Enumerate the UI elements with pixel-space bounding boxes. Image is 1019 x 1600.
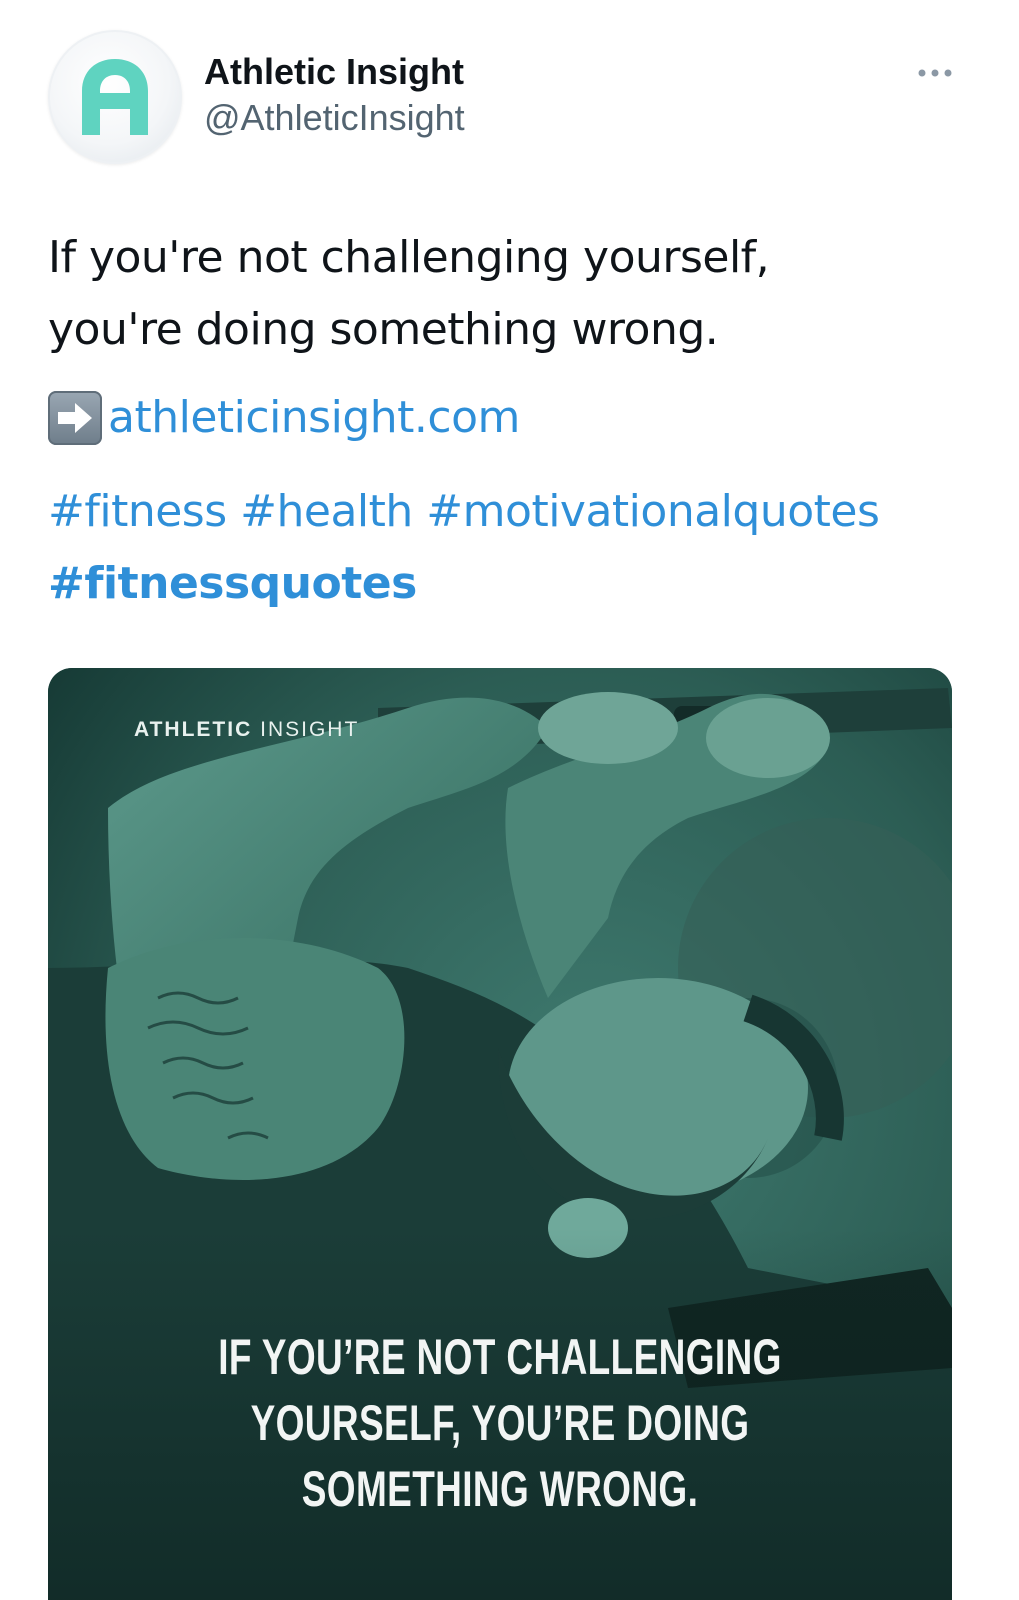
tweet-text-line: you're doing something wrong.: [48, 304, 719, 355]
tweet-text-line: If you're not challenging yourself,: [48, 232, 770, 283]
hashtags: #fitness #health #motivationalquotes #fi…: [48, 476, 988, 620]
brand-prefix: ATHLETIC: [134, 718, 253, 741]
display-name[interactable]: Athletic Insight: [204, 49, 465, 95]
hashtag-fitnessquotes[interactable]: #fitnessquotes: [48, 558, 417, 609]
website-link[interactable]: athleticinsight.com: [108, 382, 520, 454]
media-quote-line: SOMETHING WRONG.: [301, 1461, 699, 1517]
avatar[interactable]: [48, 30, 182, 164]
athletic-insight-logo-icon: [82, 59, 148, 135]
author-names: Athletic Insight @AthleticInsight: [204, 49, 465, 141]
media-brand-label: ATHLETIC INSIGHT: [134, 718, 359, 742]
more-dots-icon: [918, 69, 952, 77]
tweet-text: If you're not challenging yourself, you'…: [48, 222, 968, 366]
media-quote-line: YOURSELF, YOU’RE DOING: [250, 1395, 750, 1451]
tweet-media-image[interactable]: ATHLETIC INSIGHT IF YOU’RE NOT CHALLENGI…: [48, 668, 952, 1600]
hashtag-fitness[interactable]: #fitness: [48, 486, 227, 537]
user-handle[interactable]: @AthleticInsight: [204, 95, 465, 141]
brand-suffix: INSIGHT: [260, 718, 360, 741]
media-quote: IF YOU’RE NOT CHALLENGING YOURSELF, YOU’…: [166, 1324, 835, 1522]
more-options-button[interactable]: [913, 58, 957, 88]
media-quote-line: IF YOU’RE NOT CHALLENGING: [218, 1329, 782, 1385]
tweet: Athletic Insight @AthleticInsight If you…: [0, 0, 1019, 1600]
tweet-header: Athletic Insight @AthleticInsight: [48, 30, 465, 164]
hashtag-health[interactable]: #health: [240, 486, 413, 537]
right-arrow-emoji-icon: [48, 391, 102, 445]
hashtag-motivationalquotes[interactable]: #motivationalquotes: [426, 486, 880, 537]
link-line: athleticinsight.com: [48, 382, 520, 454]
